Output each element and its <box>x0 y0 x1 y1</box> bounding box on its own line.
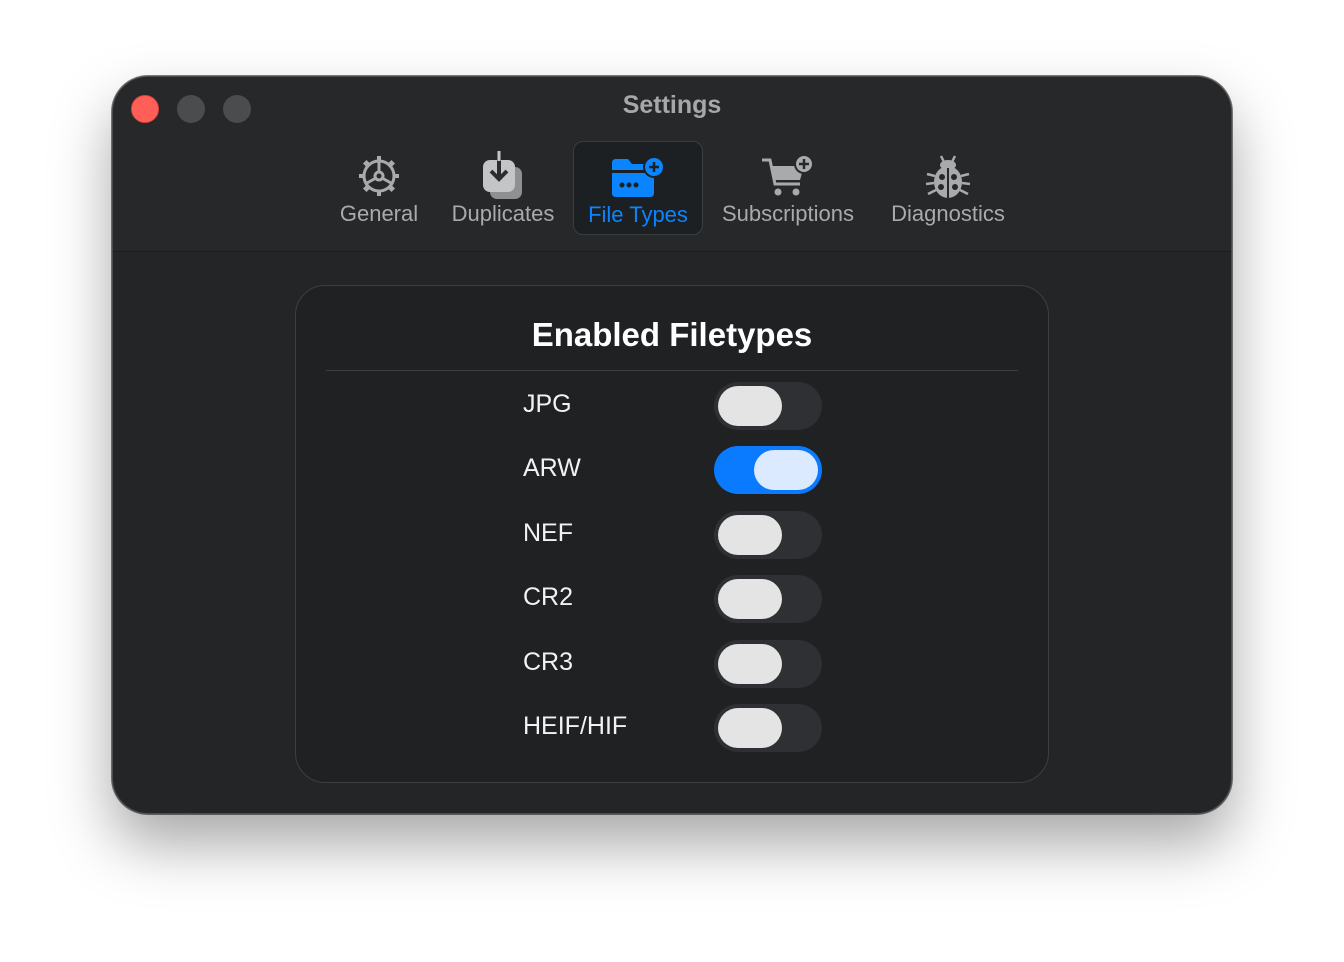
filetype-label: JPG <box>523 390 572 418</box>
filetype-row-jpg: JPG <box>296 382 1048 430</box>
toggle-knob <box>718 515 782 555</box>
toggle-knob <box>754 450 818 490</box>
tab-file-types[interactable]: File Types <box>573 141 703 235</box>
ladybug-icon <box>883 151 1013 201</box>
filetype-label: HEIF/HIF <box>523 712 628 740</box>
tab-diagnostics[interactable]: Diagnostics <box>883 141 1013 235</box>
filetype-label: CR2 <box>523 583 574 611</box>
folder-plus-icon <box>574 152 702 202</box>
toggle-knob <box>718 708 782 748</box>
tab-label: General <box>339 201 419 226</box>
heif-toggle[interactable] <box>714 704 822 752</box>
tab-general[interactable]: General <box>329 141 429 235</box>
toggle-knob <box>718 386 782 426</box>
cr3-toggle[interactable] <box>714 640 822 688</box>
panel-title: Enabled Filetypes <box>531 316 813 353</box>
tab-duplicates[interactable]: Duplicates <box>445 141 561 235</box>
tab-label: File Types <box>588 202 688 227</box>
settings-window: Settings General Duplicates File Types S… <box>112 76 1232 814</box>
divider <box>326 370 1018 371</box>
filetype-label: CR3 <box>523 648 574 676</box>
tab-label: Diagnostics <box>891 201 1005 226</box>
filetype-row-heif: HEIF/HIF <box>296 704 1048 752</box>
nef-toggle[interactable] <box>714 511 822 559</box>
toolbar: Settings General Duplicates File Types S… <box>113 77 1231 252</box>
jpg-toggle[interactable] <box>714 382 822 430</box>
filetype-row-cr2: CR2 <box>296 575 1048 623</box>
filetype-row-nef: NEF <box>296 511 1048 559</box>
toggle-knob <box>718 644 782 684</box>
toggle-knob <box>718 579 782 619</box>
duplicates-download-icon <box>445 151 561 201</box>
filetype-row-cr3: CR3 <box>296 640 1048 688</box>
arw-toggle[interactable] <box>714 446 822 494</box>
tab-label: Duplicates <box>451 201 555 226</box>
tab-label: Subscriptions <box>721 201 855 226</box>
cart-plus-icon <box>713 151 863 201</box>
tab-subscriptions[interactable]: Subscriptions <box>713 141 863 235</box>
window-title: Settings <box>622 91 722 119</box>
filetype-label: ARW <box>523 454 581 482</box>
cr2-toggle[interactable] <box>714 575 822 623</box>
filetype-row-arw: ARW <box>296 446 1048 494</box>
filetype-label: NEF <box>523 519 573 547</box>
filetypes-panel: Enabled Filetypes JPG ARW NEF CR2 CR3 HE… <box>295 285 1049 783</box>
gear-icon <box>329 151 429 201</box>
